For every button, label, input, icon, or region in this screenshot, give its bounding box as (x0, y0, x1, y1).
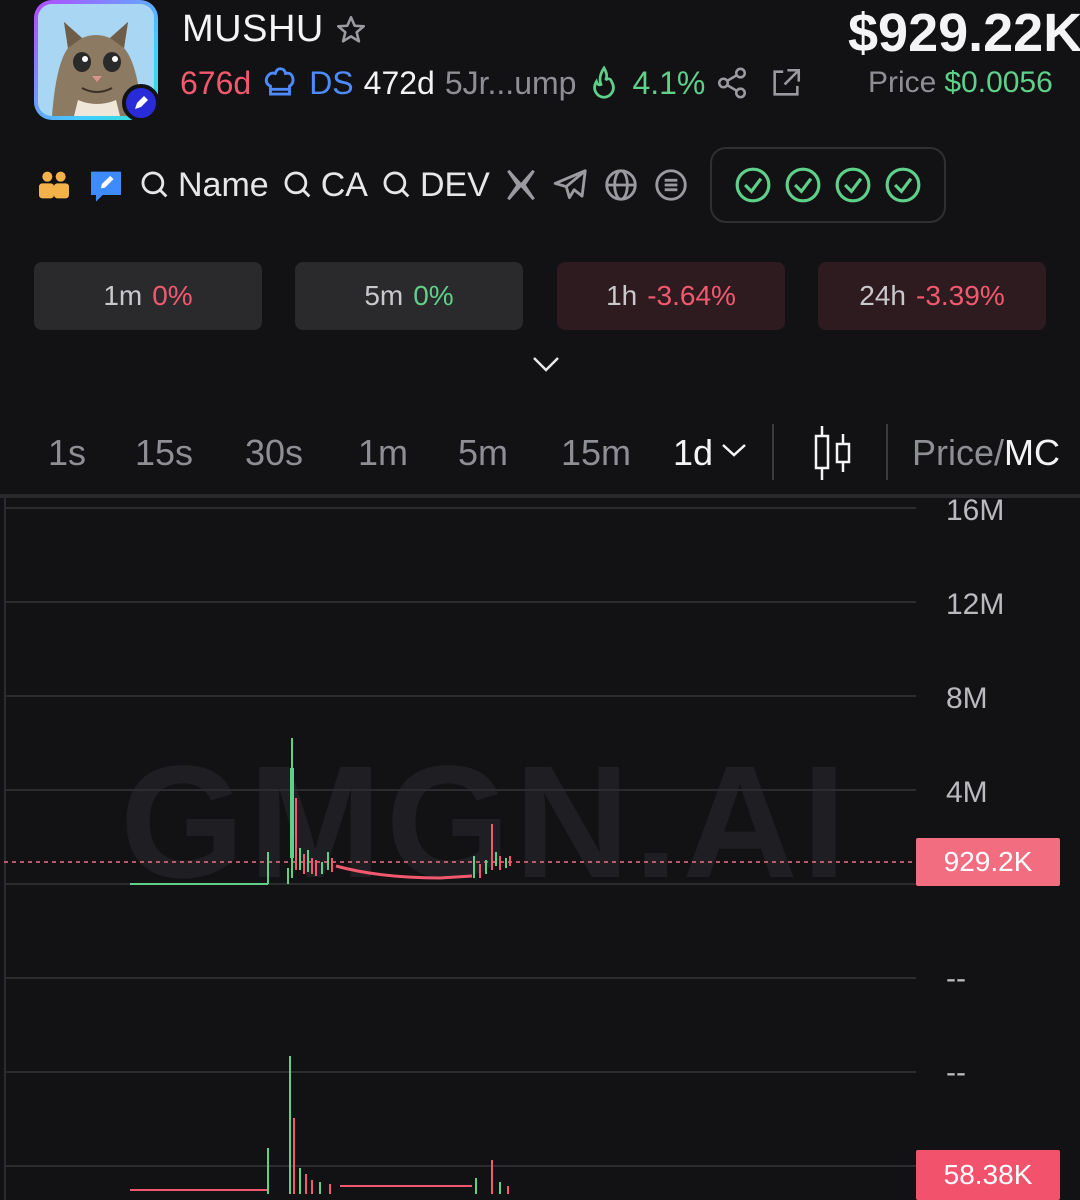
y-axis-label: 8M (946, 682, 988, 715)
search-ca-label: CA (320, 165, 368, 204)
search-icon (284, 171, 311, 198)
search-name-link[interactable]: Name (138, 166, 269, 205)
volume-tag: 58.38K (916, 1150, 1060, 1200)
change-card-1h[interactable]: 1h -3.64% (557, 262, 785, 330)
price-label: Price (868, 66, 937, 99)
timeframe-dropdown-icon[interactable] (720, 438, 748, 462)
timeframe-5m[interactable]: 5m (458, 432, 508, 474)
more-list-icon[interactable] (652, 166, 690, 204)
search-ca-link[interactable]: CA (281, 166, 368, 205)
change-label: 24h (859, 280, 906, 311)
edit-badge-icon[interactable] (122, 84, 160, 122)
favorite-star-icon[interactable] (334, 13, 368, 47)
change-card-1m[interactable]: 1m 0% (34, 262, 262, 330)
title-row: MUSHU (182, 8, 368, 51)
change-card-24h[interactable]: 24h -3.39% (818, 262, 1046, 330)
check-circle-icon (735, 167, 771, 203)
last-price-tag: 929.2K (916, 838, 1060, 886)
timeframe-1m[interactable]: 1m (358, 432, 408, 474)
timeframe-15m[interactable]: 15m (561, 432, 631, 474)
holders-icon[interactable] (34, 165, 74, 205)
candlestick-type-icon[interactable] (810, 424, 854, 482)
price-toggle-label: Price/ (912, 432, 1005, 473)
search-icon (141, 171, 168, 198)
separator (772, 424, 774, 480)
change-value: -3.64% (647, 280, 736, 311)
token-age: 676d (180, 64, 252, 101)
links-row: Name CA DEV (34, 147, 1080, 223)
change-label: 1h (606, 280, 638, 311)
change-value: -3.39% (916, 280, 1005, 311)
chef-hat-icon (261, 64, 299, 102)
audit-checks[interactable] (709, 147, 946, 223)
change-value: 0% (413, 280, 454, 311)
mc-toggle-label: MC (1004, 432, 1061, 473)
burn-percent: 4.1% (632, 64, 706, 101)
check-circle-icon (835, 167, 871, 203)
y-axis-label: 4M (946, 776, 988, 809)
search-dev-link[interactable]: DEV (380, 166, 490, 205)
change-label: 5m (364, 280, 404, 311)
y-axis-label: 12M (946, 588, 1005, 621)
x-twitter-icon[interactable] (502, 166, 540, 204)
price-mc-toggle[interactable]: Price/MC (912, 432, 1060, 474)
timeframe-30s[interactable]: 30s (245, 432, 303, 474)
fire-icon (586, 65, 622, 101)
y-axis-label: -- (946, 1056, 966, 1089)
timeframe-15s[interactable]: 15s (135, 432, 193, 474)
separator (886, 424, 888, 480)
search-icon (383, 171, 410, 198)
change-label: 1m (103, 280, 143, 311)
website-globe-icon[interactable] (602, 166, 640, 204)
external-link-icon[interactable] (769, 66, 803, 100)
share-icon[interactable] (715, 66, 749, 100)
timeframe-1d[interactable]: 1d (673, 432, 713, 474)
change-card-5m[interactable]: 5m 0% (295, 262, 523, 330)
check-circle-icon (785, 167, 821, 203)
y-axis-label: -- (946, 962, 966, 995)
y-axis-label: 16M (946, 494, 1005, 527)
token-name: MUSHU (182, 8, 324, 50)
edit-info-icon[interactable] (86, 165, 126, 205)
change-value: 0% (152, 280, 193, 311)
contract-address-short[interactable]: 5Jr...ump (445, 65, 577, 102)
telegram-icon[interactable] (552, 166, 590, 204)
search-dev-label: DEV (419, 165, 490, 204)
ds-age: 472d (363, 64, 435, 101)
market-cap-value: $929.22K (848, 3, 1080, 63)
expand-chevron-icon[interactable] (530, 352, 562, 376)
token-meta-row: 676d DS 472d 5Jr...ump 4.1% (180, 64, 803, 102)
price-value: $0.0056 (944, 66, 1053, 99)
ds-label: DS (309, 64, 354, 101)
check-circle-icon (885, 167, 921, 203)
price-row: Price $0.0056 (868, 66, 1053, 100)
timeframe-1s[interactable]: 1s (48, 432, 86, 474)
search-name-label: Name (178, 165, 269, 204)
